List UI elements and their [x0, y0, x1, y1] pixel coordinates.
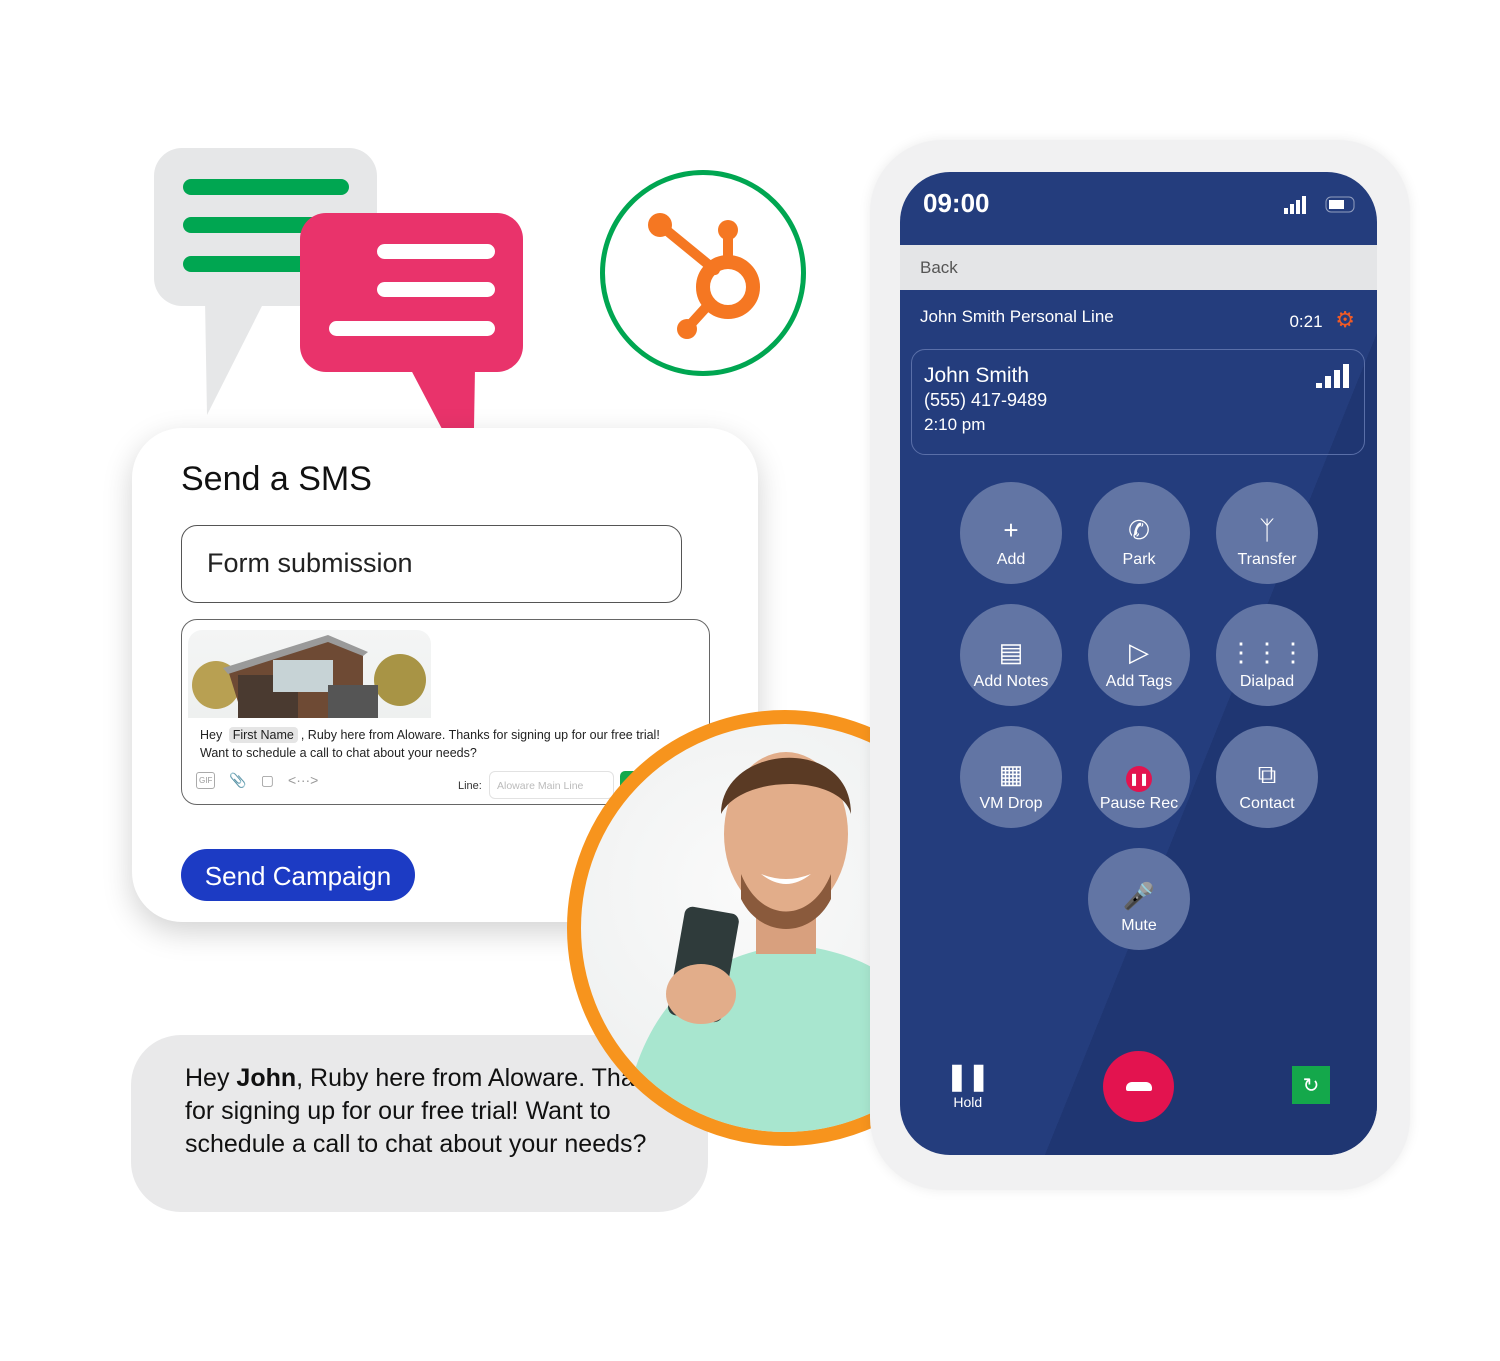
- note-add-icon: ▤: [998, 637, 1024, 667]
- phone-park-icon: ✆: [1128, 515, 1150, 545]
- call-action-label: Contact: [1239, 795, 1295, 812]
- line-name: John Smith Personal Line: [920, 307, 1114, 326]
- call-action-label: Mute: [1121, 917, 1157, 934]
- chat-name: John: [236, 1064, 297, 1092]
- clipboard-icon[interactable]: ▢: [261, 772, 274, 789]
- contact-name: John Smith: [924, 364, 1030, 387]
- signal-icon: [1284, 196, 1306, 214]
- microphone-icon: 🎤: [1122, 881, 1156, 911]
- contact-card: John Smith (555) 417-9489 2:10 pm: [911, 349, 1365, 455]
- hangup-icon: [1125, 1082, 1152, 1091]
- call-action-label: Transfer: [1237, 551, 1297, 568]
- subject-input[interactable]: Form submission: [181, 525, 682, 603]
- call-action-label: Dialpad: [1239, 673, 1295, 690]
- voicemail-icon: ▦: [998, 759, 1024, 789]
- call-action-label: VM Drop: [979, 795, 1043, 812]
- battery-icon: [1325, 196, 1355, 213]
- call-duration: 0:21: [1289, 312, 1323, 331]
- call-action-label: Pause Rec: [1099, 795, 1179, 812]
- contact-time: 2:10 pm: [924, 415, 986, 434]
- call-action-pause-rec[interactable]: ❚❚ Pause Rec: [1088, 726, 1190, 828]
- send-campaign-button[interactable]: Send Campaign: [181, 849, 415, 901]
- contact-phone: (555) 417-9489: [924, 390, 1048, 410]
- dialpad-icon: ⋮⋮⋮: [1228, 637, 1306, 667]
- hold-label: Hold: [953, 1094, 983, 1110]
- merge-field-chip[interactable]: First Name: [228, 727, 298, 743]
- phone-screen: 09:00 Back John Smith Personal Line 0:21…: [900, 172, 1377, 1155]
- transfer-icon: ᛉ: [1259, 515, 1275, 545]
- tag-icon: ▷: [1129, 637, 1149, 667]
- call-action-vm-drop[interactable]: ▦ VM Drop: [960, 726, 1062, 828]
- call-action-contact[interactable]: ⧉ Contact: [1216, 726, 1318, 828]
- call-action-add-tags[interactable]: ▷ Add Tags: [1088, 604, 1190, 706]
- end-call-button[interactable]: [1103, 1051, 1174, 1122]
- call-action-label: Add Tags: [1105, 673, 1173, 690]
- refresh-icon: ↻: [1302, 1074, 1320, 1097]
- sms-title: Send a SMS: [181, 460, 372, 498]
- plus-icon: +: [1003, 515, 1019, 545]
- code-icon[interactable]: <···>: [288, 772, 318, 789]
- call-action-label: Add Notes: [973, 673, 1049, 690]
- chat-greeting: Hey: [185, 1064, 230, 1092]
- call-action-park[interactable]: ✆ Park: [1088, 482, 1190, 584]
- refresh-button[interactable]: ↻: [1292, 1066, 1330, 1104]
- line-select[interactable]: Aloware Main Line: [489, 771, 614, 799]
- house-image: [188, 630, 431, 718]
- gif-icon[interactable]: GIF: [196, 772, 216, 789]
- chat-bubble-pink-graphic: [300, 213, 523, 372]
- message-text[interactable]: Hey First Name, Ruby here from Aloware. …: [200, 726, 690, 762]
- pause-icon: ❚❚: [946, 1061, 990, 1091]
- status-time: 09:00: [923, 188, 990, 218]
- message-greeting: Hey: [200, 728, 223, 742]
- back-button[interactable]: Back: [900, 245, 1377, 290]
- hubspot-logo: [600, 170, 806, 376]
- call-action-dialpad[interactable]: ⋮⋮⋮ Dialpad: [1216, 604, 1318, 706]
- gear-icon[interactable]: ⚙: [1335, 307, 1355, 332]
- hold-button[interactable]: ❚❚ Hold: [946, 1061, 990, 1110]
- bubble-tail-gray: [205, 300, 265, 415]
- call-action-label: Park: [1122, 551, 1156, 568]
- call-action-add[interactable]: + Add: [960, 482, 1062, 584]
- status-icons: [1284, 196, 1355, 214]
- call-action-add-notes[interactable]: ▤ Add Notes: [960, 604, 1062, 706]
- signal-strength-icon: [1316, 364, 1349, 388]
- call-action-label: Add: [996, 551, 1026, 568]
- line-label: Line:: [458, 780, 482, 792]
- call-action-mute[interactable]: 🎤 Mute: [1088, 848, 1190, 950]
- external-link-icon: ⧉: [1257, 759, 1277, 789]
- paperclip-icon[interactable]: 📎: [229, 772, 246, 789]
- pause-record-icon: ❚❚: [1088, 757, 1190, 792]
- call-action-transfer[interactable]: ᛉ Transfer: [1216, 482, 1318, 584]
